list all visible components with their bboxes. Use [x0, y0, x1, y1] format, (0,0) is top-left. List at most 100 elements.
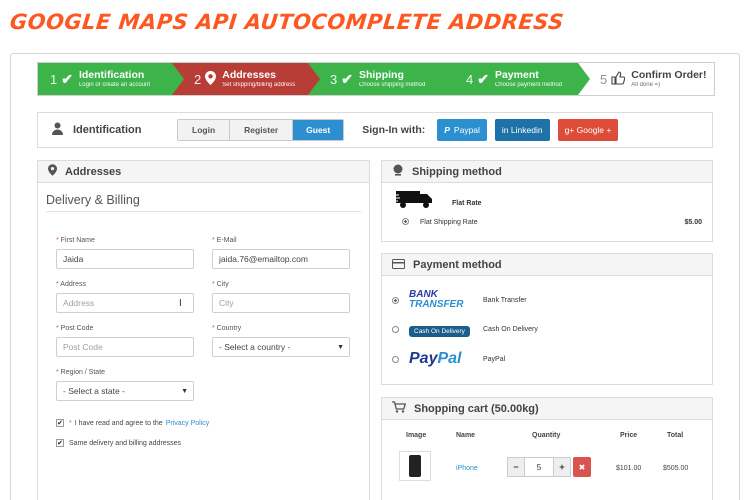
step-subtitle: Login or create an account: [78, 81, 151, 88]
cash-on-delivery-option[interactable]: Cash On Delivery Cash On Delivery: [392, 320, 538, 338]
map-marker-icon: [48, 164, 57, 179]
product-thumbnail[interactable]: [399, 451, 431, 481]
user-icon: [52, 122, 63, 138]
signin-label: Sign-In with:: [362, 124, 426, 136]
payment-panel: Payment method BANK TRANSFER Bank Transf…: [381, 253, 713, 385]
region-select[interactable]: - Select a state - ▼: [56, 381, 194, 401]
first-name-input[interactable]: Jaida: [56, 249, 194, 269]
cash-on-delivery-logo: Cash On Delivery: [409, 320, 473, 338]
flat-rate-radio[interactable]: [402, 218, 409, 225]
bank-transfer-logo: BANK TRANSFER: [409, 290, 473, 310]
privacy-policy-link[interactable]: Privacy Policy: [166, 420, 210, 427]
same-address-checkbox[interactable]: ✔: [56, 439, 64, 447]
addresses-title: Addresses: [65, 165, 122, 178]
address-placeholder: Address: [63, 298, 95, 308]
thumbs-up-icon: [611, 70, 626, 88]
address-label: Address: [60, 281, 86, 288]
paypal-logo-pal: Pal: [437, 350, 462, 367]
tab-guest[interactable]: Guest: [293, 120, 344, 140]
tab-register[interactable]: Register: [230, 120, 294, 140]
product-name-link[interactable]: iPhone: [456, 465, 478, 472]
flat-rate-title: Flat Rate: [452, 200, 482, 207]
identification-label: Identification: [73, 124, 142, 136]
step-number: 4: [466, 71, 474, 87]
shipping-title: Shipping method: [412, 165, 502, 178]
city-label: City: [216, 281, 229, 288]
map-marker-icon: [205, 70, 217, 88]
decrease-quantity-button[interactable]: −: [507, 457, 525, 477]
email-group: * E-Mail jaida.76@emailtop.com: [212, 237, 350, 269]
delivery-billing-heading: Delivery & Billing: [46, 193, 361, 212]
paypal-logo: PayPal: [409, 350, 473, 368]
paypal-logo-pay: Pay: [409, 350, 438, 367]
same-address-row: ✔ Same delivery and billing addresses: [56, 439, 181, 447]
paypal-icon: P: [444, 125, 450, 135]
col-quantity: Quantity: [532, 432, 561, 439]
item-total: $505.00: [663, 465, 689, 472]
country-select[interactable]: - Select a country - ▼: [212, 337, 350, 357]
checkout-frame: 1 ✔ Identification Login or create an acc…: [10, 53, 740, 500]
account-type-tabs: Login Register Guest: [177, 119, 345, 141]
cart-header: Shopping cart (50.00kg): [382, 398, 712, 420]
first-name-label: First Name: [60, 237, 95, 244]
quantity-input[interactable]: 5: [525, 457, 553, 477]
step-number: 3: [330, 71, 338, 87]
region-group: * Region / State - Select a state - ▼: [56, 369, 194, 401]
bank-logo-line2: TRANSFER: [409, 299, 464, 310]
remove-item-button[interactable]: ✖: [573, 457, 591, 477]
check-icon: ✔: [61, 70, 73, 87]
same-address-text: Same delivery and billing addresses: [69, 439, 182, 447]
privacy-agree-row: ✔ * I have read and agree to the Privacy…: [56, 419, 210, 427]
step-shipping[interactable]: 3 ✔ Shipping Choose shipping method: [308, 63, 456, 95]
payment-header: Payment method: [382, 254, 712, 276]
paypal-signin-button[interactable]: P Paypal: [437, 119, 487, 141]
check-icon: ✔: [341, 70, 353, 87]
shipping-panel: Shipping method Flat Rate Flat Shipping …: [381, 160, 713, 242]
cash-on-delivery-label: Cash On Delivery: [483, 325, 538, 333]
col-total: Total: [667, 432, 684, 439]
flat-rate-price: $5.00: [684, 219, 702, 226]
email-input[interactable]: jaida.76@emailtop.com: [212, 249, 350, 269]
step-identification[interactable]: 1 ✔ Identification Login or create an acc…: [38, 63, 184, 95]
first-name-group: * First Name Jaida: [56, 237, 194, 269]
page-banner-title: Google Maps API Autocomplete Address: [8, 10, 566, 34]
paypal-signin-label: Paypal: [453, 125, 480, 135]
text-cursor-icon: I: [179, 298, 182, 309]
step-confirm-order[interactable]: 5 Confirm Order! All done =): [578, 63, 714, 95]
increase-quantity-button[interactable]: +: [553, 457, 571, 477]
city-input[interactable]: City: [212, 293, 350, 313]
truck-icon: [394, 189, 434, 214]
city-group: * City City: [212, 281, 350, 313]
region-selected-value: - Select a state -: [63, 386, 125, 396]
payment-title: Payment method: [413, 258, 502, 271]
linkedin-signin-button[interactable]: in Linkedin: [494, 119, 550, 141]
bank-transfer-radio[interactable]: [392, 296, 399, 304]
tab-login[interactable]: Login: [178, 120, 231, 140]
col-price: Price: [620, 432, 638, 439]
step-title: Addresses: [222, 68, 276, 81]
paypal-radio[interactable]: [392, 355, 399, 363]
cash-on-delivery-radio[interactable]: [392, 325, 399, 333]
credit-card-icon: [392, 258, 405, 272]
bank-transfer-option[interactable]: BANK TRANSFER Bank Transfer: [392, 290, 527, 310]
shipping-header: Shipping method: [382, 161, 712, 183]
cart-title: Shopping cart (50.00kg): [414, 402, 539, 415]
email-label: E-Mail: [216, 237, 237, 244]
cod-logo-text: Cash On Delivery: [409, 326, 470, 337]
col-image: Image: [406, 432, 427, 439]
privacy-agree-checkbox[interactable]: ✔: [56, 419, 64, 427]
postcode-input[interactable]: Post Code: [56, 337, 194, 357]
step-arrow: [308, 63, 320, 95]
step-number: 1: [50, 71, 58, 87]
country-group: * Country - Select a country - ▼: [212, 325, 350, 357]
step-addresses[interactable]: 2 Addresses Set shipping/billing address: [172, 63, 320, 95]
address-input[interactable]: Address I: [56, 293, 194, 313]
paypal-option[interactable]: PayPal PayPal: [392, 350, 505, 368]
addresses-body: Delivery & Billing * First Name Jaida * …: [38, 183, 369, 500]
checkout-steps: 1 ✔ Identification Login or create an acc…: [37, 62, 715, 96]
google-signin-button[interactable]: g+ Google +: [557, 119, 619, 141]
step-payment[interactable]: 4 ✔ Payment Choose payment method: [444, 63, 590, 95]
address-group: * Address Address I: [56, 281, 194, 313]
shopping-cart-icon: [392, 401, 407, 416]
quantity-stepper: − 5 + ✖: [507, 457, 591, 477]
